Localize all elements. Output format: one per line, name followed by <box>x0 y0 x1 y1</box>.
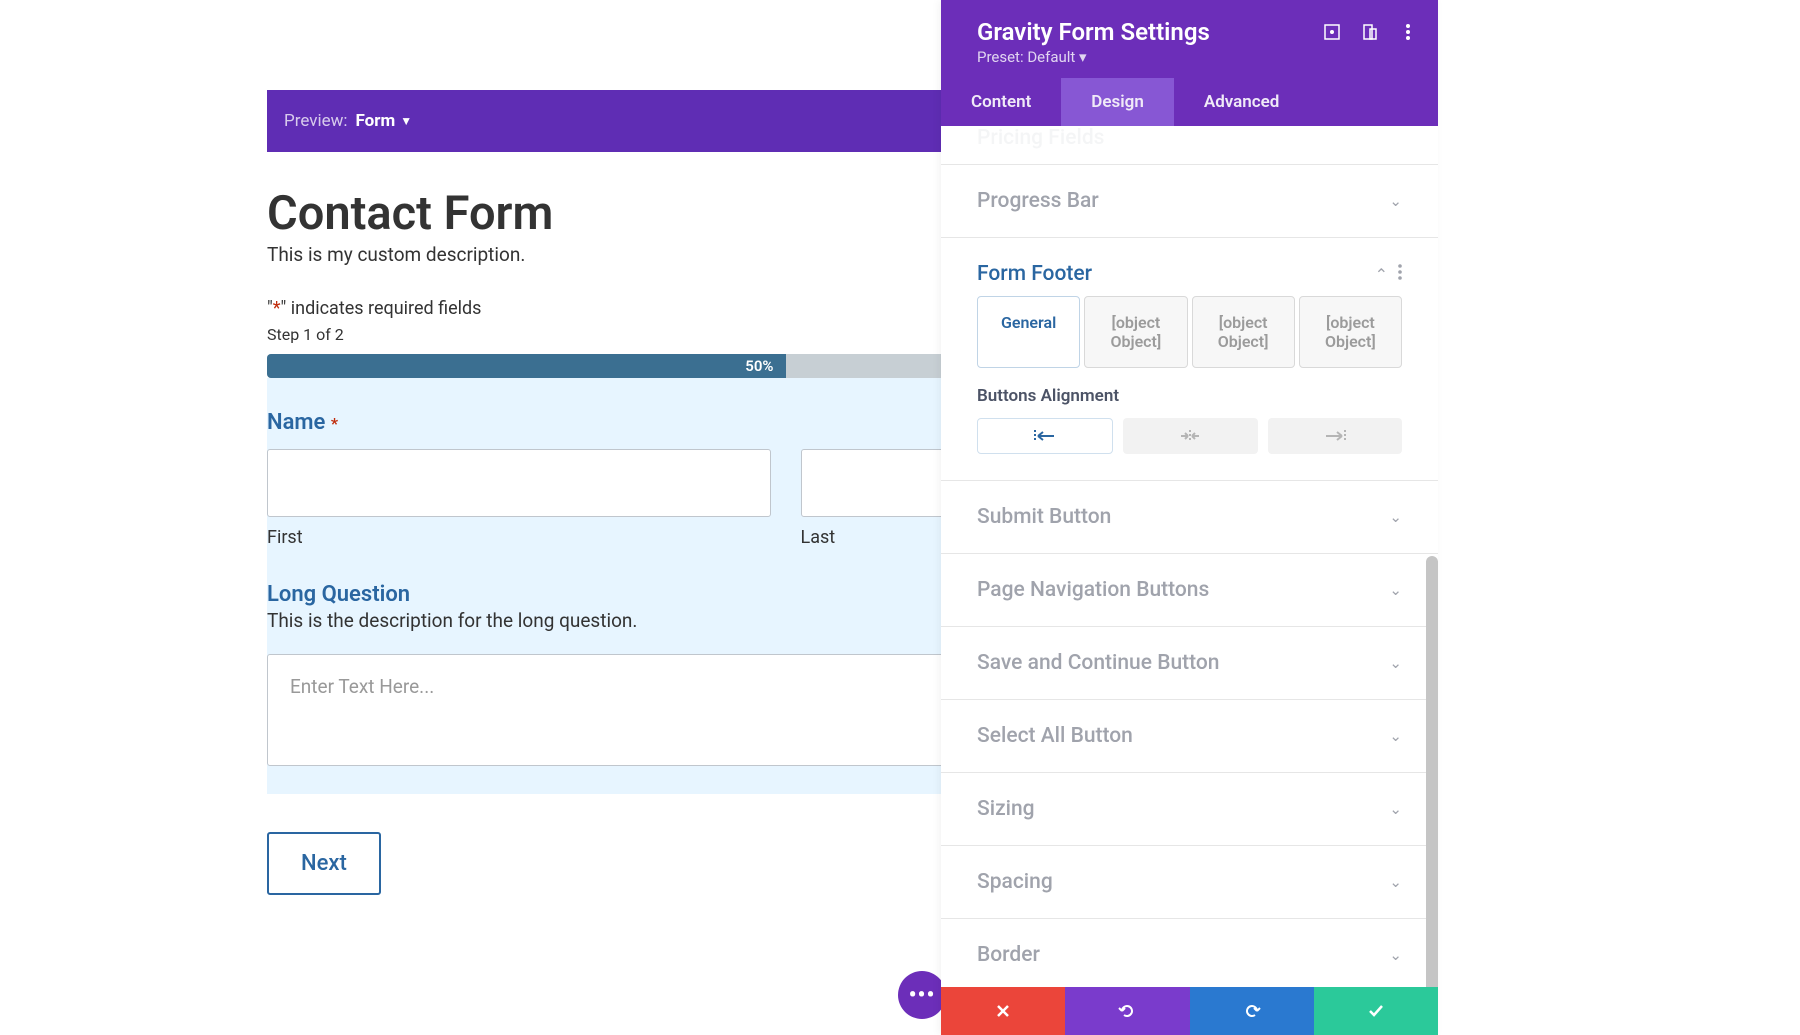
align-right-button[interactable] <box>1268 418 1402 454</box>
chevron-down-icon: ⌄ <box>1389 800 1402 818</box>
progress-fill: 50% <box>267 354 786 378</box>
sidebar-header: Gravity Form Settings Preset: Default ▾ <box>941 0 1438 78</box>
asterisk-icon: * <box>331 414 338 433</box>
accordion-sizing[interactable]: Sizing ⌄ <box>941 773 1438 846</box>
tab-content[interactable]: Content <box>941 78 1061 126</box>
chevron-down-icon: ⌄ <box>1389 581 1402 599</box>
fab-menu-button[interactable]: ••• <box>898 971 946 1019</box>
accordion-pricing-fields[interactable]: Pricing Fields <box>941 126 1438 165</box>
chevron-down-icon: ⌄ <box>1389 654 1402 672</box>
chevron-down-icon: ⌄ <box>1389 946 1402 964</box>
undo-button[interactable] <box>1065 987 1189 1035</box>
sub-tab-general[interactable]: General <box>977 296 1080 368</box>
sub-tab-3[interactable]: [object Object] <box>1192 296 1295 368</box>
chevron-down-icon: ⌄ <box>1389 508 1402 526</box>
hover-icon[interactable] <box>1324 24 1340 40</box>
progress-percent: 50% <box>745 357 773 375</box>
settings-sidebar: Gravity Form Settings Preset: Default ▾ … <box>941 0 1438 1035</box>
responsive-icon[interactable] <box>1362 24 1378 40</box>
sidebar-content: Pricing Fields Progress Bar ⌄ Form Foote… <box>941 126 1438 987</box>
accordion-select-all[interactable]: Select All Button ⌄ <box>941 700 1438 773</box>
align-left-button[interactable] <box>977 418 1113 454</box>
sub-tab-4[interactable]: [object Object] <box>1299 296 1402 368</box>
first-name-input[interactable] <box>267 449 771 517</box>
accordion-progress-bar[interactable]: Progress Bar ⌄ <box>941 165 1438 238</box>
chevron-down-icon: ⌄ <box>1389 727 1402 745</box>
chevron-up-icon: ⌃ <box>1375 265 1388 284</box>
more-vertical-icon[interactable] <box>1398 264 1402 284</box>
align-center-button[interactable] <box>1123 418 1257 454</box>
chevron-down-icon: ⌄ <box>1389 873 1402 891</box>
name-field-label: Name * <box>267 410 338 435</box>
buttons-alignment-label: Buttons Alignment <box>977 386 1402 406</box>
scrollbar[interactable] <box>1426 556 1438 987</box>
asterisk-icon: * <box>273 298 281 319</box>
more-vertical-icon[interactable] <box>1400 24 1416 40</box>
sidebar-tabs: Content Design Advanced <box>941 78 1438 126</box>
accordion-spacing[interactable]: Spacing ⌄ <box>941 846 1438 919</box>
preview-label: Preview: <box>284 111 348 131</box>
redo-button[interactable] <box>1190 987 1314 1035</box>
first-name-sublabel: First <box>267 527 771 548</box>
save-button[interactable] <box>1314 987 1438 1035</box>
form-footer-body: General [object Object] [object Object] … <box>941 286 1438 481</box>
sidebar-footer <box>941 987 1438 1035</box>
accordion-page-nav[interactable]: Page Navigation Buttons ⌄ <box>941 554 1438 627</box>
caret-down-icon: ▼ <box>400 114 412 128</box>
next-button[interactable]: Next <box>267 832 381 895</box>
tab-advanced[interactable]: Advanced <box>1174 78 1310 126</box>
preview-value: Form <box>356 111 396 131</box>
sidebar-title: Gravity Form Settings <box>977 18 1210 46</box>
chevron-down-icon: ⌄ <box>1389 192 1402 210</box>
tab-design[interactable]: Design <box>1061 78 1174 126</box>
cancel-button[interactable] <box>941 987 1065 1035</box>
sub-tab-2[interactable]: [object Object] <box>1084 296 1187 368</box>
accordion-border[interactable]: Border ⌄ <box>941 919 1438 975</box>
accordion-submit-button[interactable]: Submit Button ⌄ <box>941 481 1438 554</box>
accordion-form-footer[interactable]: Form Footer ⌃ <box>941 238 1438 286</box>
accordion-save-continue[interactable]: Save and Continue Button ⌄ <box>941 627 1438 700</box>
dots-icon: ••• <box>909 983 936 1008</box>
preset-dropdown[interactable]: Preset: Default ▾ <box>977 48 1210 66</box>
